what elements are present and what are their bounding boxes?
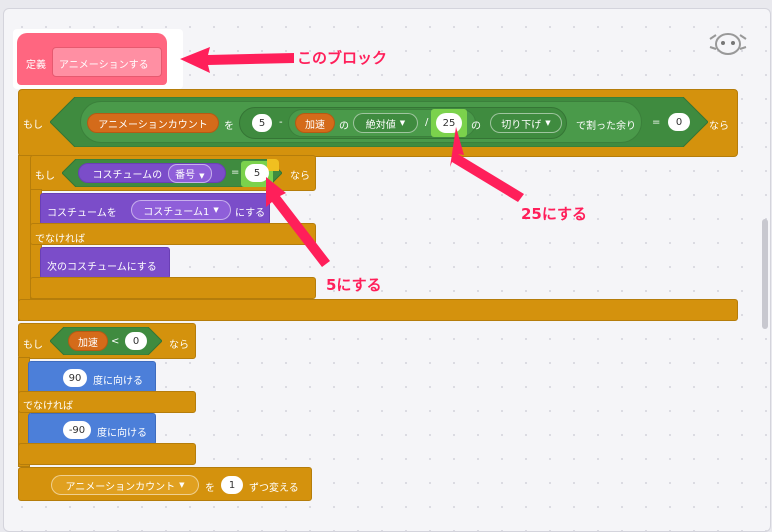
arrow-to-define-icon [180, 47, 294, 73]
annotation-set5: 5にする [326, 276, 382, 294]
annotation-this-block: このブロック [297, 49, 388, 67]
annotation-set25: 25にする [521, 205, 588, 223]
arrow-to-5-icon [266, 177, 330, 267]
arrow-to-25-icon [450, 127, 524, 202]
annotation-arrows [180, 47, 524, 267]
code-workspace[interactable]: 定義 アニメーションする もし アニメーションカウント を 5 - 加速 の 絶… [3, 8, 771, 532]
